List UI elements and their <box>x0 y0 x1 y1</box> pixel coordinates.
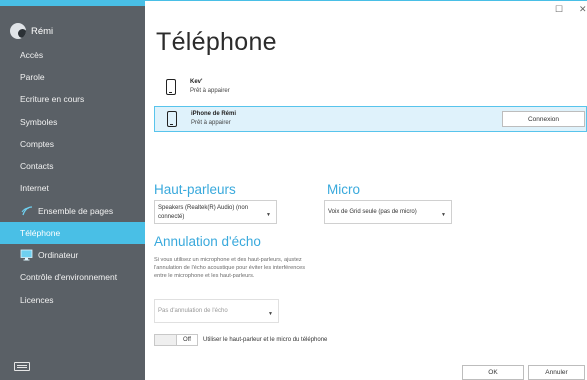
keyboard-icon[interactable] <box>14 362 30 371</box>
connect-button[interactable]: Connexion <box>502 111 585 127</box>
sidebar-item-label: Contrôle d'environnement <box>20 272 118 282</box>
maximize-icon[interactable]: ☐ <box>555 4 563 15</box>
speakers-heading: Haut-parleurs <box>154 182 236 197</box>
chevron-down-icon: ▼ <box>268 311 273 317</box>
phone-icon <box>166 79 176 95</box>
user-profile[interactable]: Rémi <box>10 20 53 42</box>
sidebar-accent-bar <box>0 0 145 6</box>
device-info: Kev' Prêt à appairer <box>190 78 230 96</box>
echo-select[interactable]: Pas d'annulation de l'écho ▼ <box>154 299 279 323</box>
speakers-select-line1: Speakers (Realtek(R) Audio) (non <box>158 205 249 211</box>
sidebar-item-licences[interactable]: Licences <box>0 289 145 311</box>
sidebar-item-acces[interactable]: Accès <box>0 44 145 66</box>
cancel-button[interactable]: Annuler <box>528 365 585 380</box>
computer-icon <box>20 249 33 262</box>
close-icon[interactable]: ✕ <box>579 4 587 15</box>
sidebar-item-label: Téléphone <box>20 228 61 238</box>
grid-wave-icon <box>20 205 33 218</box>
sidebar-item-label: Ordinateur <box>38 250 79 260</box>
user-avatar-icon <box>10 23 26 39</box>
toggle-state: Off <box>183 337 191 343</box>
speakers-select[interactable]: Speakers (Realtek(R) Audio) (non connect… <box>154 200 277 224</box>
echo-description: Si vous utilisez un microphone et des ha… <box>154 257 306 279</box>
sidebar-item-ensemble-de-pages[interactable]: Ensemble de pages <box>0 200 145 222</box>
sidebar-item-label: Licences <box>20 295 54 305</box>
sidebar-item-telephone[interactable]: Téléphone <box>0 222 145 244</box>
sidebar-item-ecriture[interactable]: Ecriture en cours <box>0 88 145 110</box>
echo-heading: Annulation d'écho <box>154 234 261 249</box>
sidebar-item-comptes[interactable]: Comptes <box>0 133 145 155</box>
ok-button[interactable]: OK <box>462 365 524 380</box>
echo-select-value: Pas d'annulation de l'écho <box>158 307 228 314</box>
sidebar-item-label: Comptes <box>20 139 55 149</box>
speakers-select-line2: connecté) <box>158 213 185 220</box>
device-status: Prêt à appairer <box>190 88 230 94</box>
device-name: iPhone de Rémi <box>191 111 237 117</box>
micro-heading: Micro <box>327 182 360 197</box>
device-status: Prêt à appairer <box>191 120 231 126</box>
device-info: iPhone de Rémi Prêt à appairer <box>191 110 236 128</box>
sidebar-item-controle-environnement[interactable]: Contrôle d'environnement <box>0 266 145 288</box>
window-top-border <box>145 0 587 1</box>
sidebar-item-internet[interactable]: Internet <box>0 177 145 199</box>
device-row-iphone-de-remi[interactable]: iPhone de Rémi Prêt à appairer Connexion <box>154 106 587 132</box>
sidebar-item-label: Ecriture en cours <box>20 94 85 104</box>
sidebar-item-parole[interactable]: Parole <box>0 66 145 88</box>
sidebar-item-symboles[interactable]: Symboles <box>0 111 145 133</box>
sidebar-item-label: Ensemble de pages <box>38 206 114 216</box>
toggle-knob <box>155 335 177 345</box>
phone-speaker-toggle[interactable]: Off <box>154 334 198 346</box>
phone-icon <box>167 111 177 127</box>
sidebar-item-ordinateur[interactable]: Ordinateur <box>0 244 145 266</box>
sidebar-item-label: Parole <box>20 72 45 82</box>
sidebar-item-label: Contacts <box>20 161 54 171</box>
sidebar-item-label: Accès <box>20 50 44 60</box>
user-name: Rémi <box>31 25 54 37</box>
sidebar: Rémi Accès Parole Ecriture en cours Symb… <box>0 0 145 380</box>
phone-speaker-toggle-label: Utiliser le haut-parleur et le micro du … <box>203 337 328 343</box>
micro-select-value: Voix de Grid seule (pas de micro) <box>328 208 417 215</box>
chevron-down-icon: ▼ <box>441 212 446 218</box>
micro-select[interactable]: Voix de Grid seule (pas de micro) ▼ <box>324 200 452 224</box>
device-row-kev[interactable]: Kev' Prêt à appairer <box>154 74 587 100</box>
sidebar-item-label: Internet <box>20 183 49 193</box>
device-name: Kev' <box>190 79 203 85</box>
page-title: Téléphone <box>156 28 277 56</box>
chevron-down-icon: ▼ <box>266 212 271 218</box>
sidebar-item-label: Symboles <box>20 117 58 127</box>
sidebar-item-contacts[interactable]: Contacts <box>0 155 145 177</box>
